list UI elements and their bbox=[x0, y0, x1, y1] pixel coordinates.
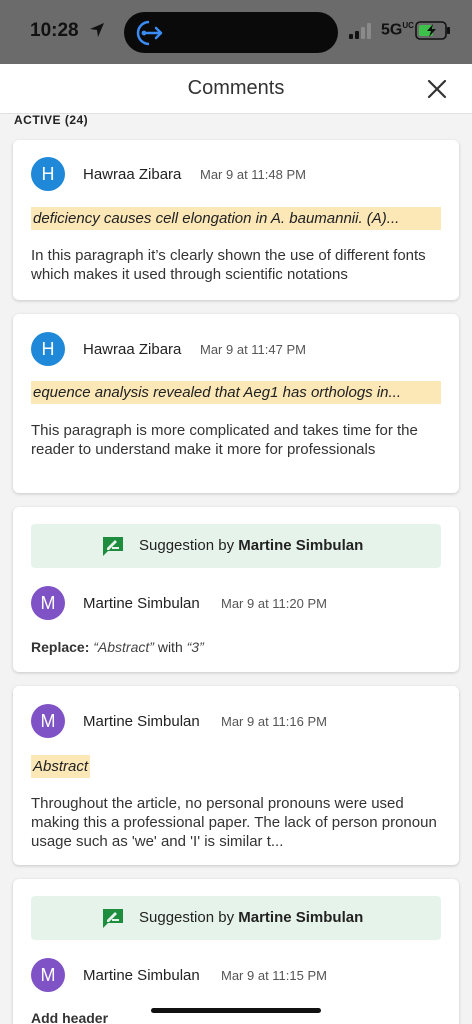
comment-text: In this paragraph it’s clearly shown the… bbox=[31, 247, 426, 283]
screen-share-icon bbox=[136, 20, 163, 46]
quoted-text: equence analysis revealed that Aeg1 has … bbox=[31, 381, 441, 404]
comment-text: This paragraph is more complicated and t… bbox=[31, 422, 418, 458]
battery-charging-icon bbox=[415, 21, 450, 40]
comment-time: Mar 9 at 11:20 PM bbox=[221, 596, 327, 611]
comment-time: Mar 9 at 11:47 PM bbox=[200, 342, 306, 357]
suggestion-card[interactable]: Suggestion by Martine Simbulan M Martine… bbox=[13, 879, 459, 1024]
close-icon[interactable] bbox=[424, 76, 450, 102]
home-indicator[interactable] bbox=[151, 1008, 321, 1013]
comment-author: Martine Simbulan bbox=[83, 713, 200, 730]
avatar: H bbox=[31, 157, 65, 191]
status-bar: 10:28 5GUC bbox=[0, 0, 472, 64]
network-label: 5GUC bbox=[381, 21, 414, 39]
comment-card[interactable]: M Martine Simbulan Mar 9 at 11:16 PM Abs… bbox=[13, 686, 459, 865]
active-section-label: ACTIVE (24) bbox=[14, 113, 89, 127]
quoted-text: deficiency causes cell elongation in A. … bbox=[31, 207, 441, 230]
status-time: 10:28 bbox=[30, 20, 79, 41]
suggestion-icon bbox=[103, 537, 123, 556]
dynamic-island bbox=[124, 12, 338, 53]
location-arrow-icon bbox=[90, 23, 104, 37]
avatar: M bbox=[31, 704, 65, 738]
suggestion-card[interactable]: Suggestion by Martine Simbulan M Martine… bbox=[13, 507, 459, 672]
suggestion-banner: Suggestion by Martine Simbulan bbox=[31, 896, 441, 940]
comment-card[interactable]: H Hawraa Zibara Mar 9 at 11:47 PM equenc… bbox=[13, 314, 459, 493]
suggestion-banner: Suggestion by Martine Simbulan bbox=[31, 524, 441, 568]
comment-time: Mar 9 at 11:16 PM bbox=[221, 714, 327, 729]
comment-card[interactable]: H Hawraa Zibara Mar 9 at 11:48 PM defici… bbox=[13, 140, 459, 300]
comment-author: Hawraa Zibara bbox=[83, 166, 182, 183]
comments-header: Comments bbox=[0, 64, 472, 114]
comment-author: Martine Simbulan bbox=[83, 967, 200, 984]
suggestion-label: Suggestion by Martine Simbulan bbox=[139, 909, 364, 926]
comment-time: Mar 9 at 11:48 PM bbox=[200, 167, 306, 182]
comment-time: Mar 9 at 11:15 PM bbox=[221, 968, 327, 983]
comment-author: Martine Simbulan bbox=[83, 595, 200, 612]
avatar: M bbox=[31, 586, 65, 620]
suggestion-text: Add header bbox=[31, 1010, 109, 1024]
avatar: M bbox=[31, 958, 65, 992]
signal-icon bbox=[349, 23, 371, 39]
replace-description: Replace: “Abstract” with “3” bbox=[31, 639, 204, 655]
suggestion-label: Suggestion by Martine Simbulan bbox=[139, 537, 364, 554]
avatar: H bbox=[31, 332, 65, 366]
comment-author: Hawraa Zibara bbox=[83, 341, 182, 358]
comment-text: Throughout the article, no personal pron… bbox=[31, 795, 437, 850]
suggestion-icon bbox=[103, 909, 123, 928]
page-title: Comments bbox=[187, 77, 285, 99]
quoted-text: Abstract bbox=[31, 755, 91, 778]
